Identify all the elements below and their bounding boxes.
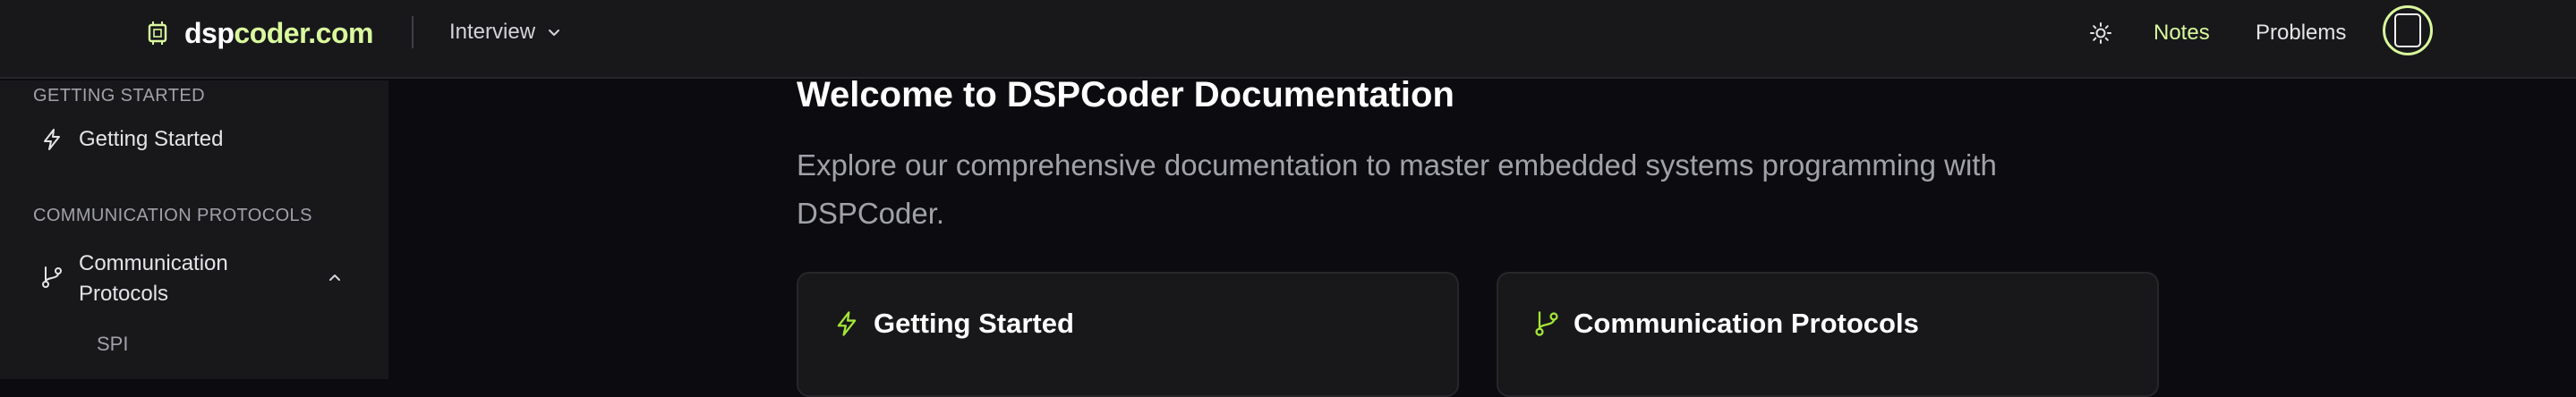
chevron-down-icon <box>549 30 560 36</box>
interview-dropdown-label: Interview <box>449 20 536 44</box>
nav-link-notes[interactable]: Notes <box>2154 18 2210 48</box>
theme-toggle-button[interactable] <box>2086 18 2116 48</box>
user-avatar-button[interactable] <box>2383 5 2433 55</box>
chip-icon <box>148 21 167 45</box>
sun-icon <box>2090 22 2111 44</box>
chevron-up-icon[interactable] <box>326 268 344 286</box>
git-branch-icon <box>42 266 62 288</box>
card-communication-protocols[interactable]: Communication Protocols <box>1497 272 2159 397</box>
page-description: Explore our comprehensive documentation … <box>797 148 1997 230</box>
card-header: Communication Protocols <box>1532 308 1919 340</box>
nav-link-problems[interactable]: Problems <box>2256 18 2346 48</box>
git-branch-icon <box>1535 311 1558 336</box>
avatar-icon <box>2394 13 2421 47</box>
sidebar-item-communication-protocols[interactable]: Communication Protocols <box>39 249 353 309</box>
sidebar-item-label: Getting Started <box>79 127 224 151</box>
sidebar-subitem-spi[interactable]: SPI <box>97 333 128 356</box>
card-getting-started[interactable]: Getting Started <box>797 272 1459 397</box>
interview-dropdown[interactable]: Interview <box>449 18 562 46</box>
scrollbar[interactable] <box>2553 80 2576 379</box>
header-divider <box>412 16 414 48</box>
card-header: Getting Started <box>832 308 1074 340</box>
lightning-icon <box>837 311 857 336</box>
top-navbar: dspcoder.com Interview Notes Problems <box>0 0 2576 79</box>
card-title: Getting Started <box>874 308 1074 339</box>
card-title: Communication Protocols <box>1574 308 1919 339</box>
docs-sidebar: GETTING STARTED Getting Started COMMUNIC… <box>0 80 388 379</box>
sidebar-section-heading: GETTING STARTED <box>33 86 205 106</box>
site-logo[interactable]: dspcoder.com <box>145 16 373 49</box>
sidebar-item-getting-started[interactable]: Getting Started <box>39 127 223 152</box>
sidebar-section-heading: COMMUNICATION PROTOCOLS <box>33 206 312 225</box>
logo-text: dspcoder.com <box>184 16 373 49</box>
sidebar-item-label: Communication Protocols <box>79 251 228 306</box>
page-title: Welcome to DSPCoder Documentation <box>797 75 1454 114</box>
lightning-icon <box>44 129 60 150</box>
